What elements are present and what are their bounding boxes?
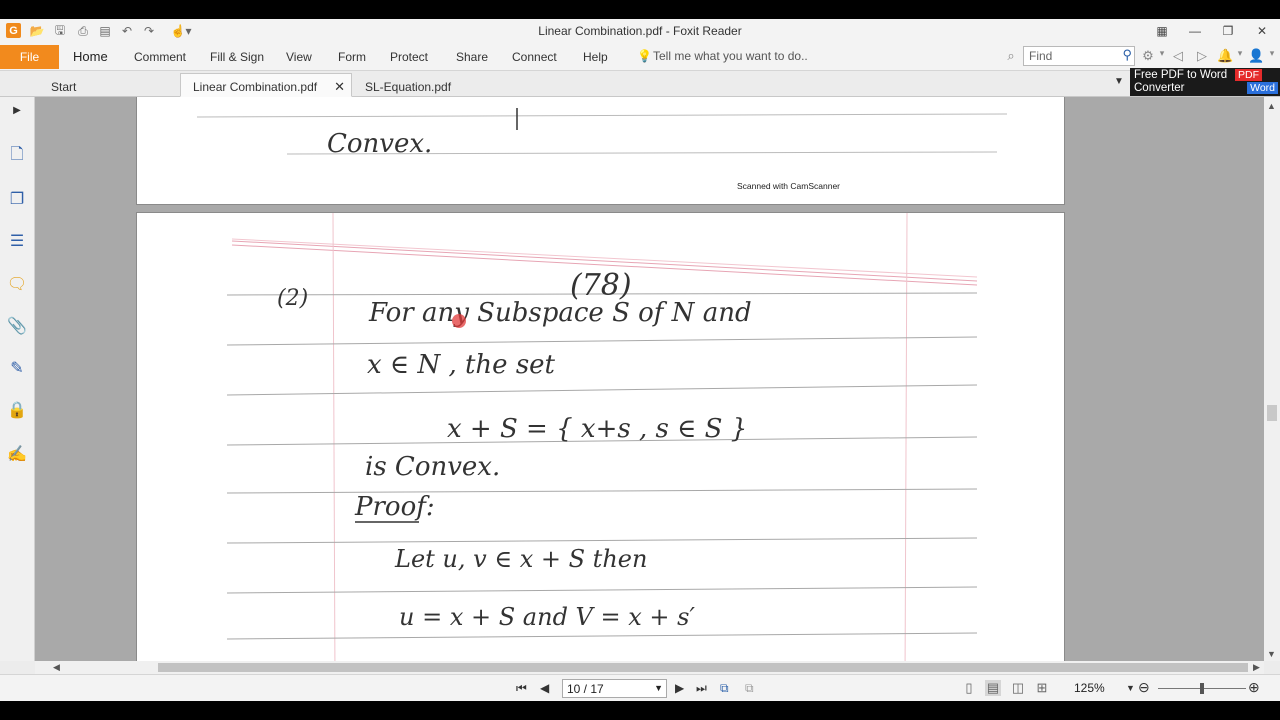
navigation-sidebar: ▶ 🗋 ❐ ☰ 🗨 📎 ✎ 🔒 ✍ [0,97,35,661]
pdf-page-10: (78) (2) For any Subspace S of N and x ∈… [136,212,1065,661]
close-window-button[interactable]: ✕ [1250,22,1274,40]
tell-me-search[interactable]: 💡Tell me what you want to do.. [637,49,808,63]
minimize-button[interactable]: — [1183,22,1207,40]
tab-linear-combination-label: Linear Combination.pdf [193,80,318,94]
tab-linear-combination[interactable]: Linear Combination.pdf ✕ [180,73,352,97]
tab-start[interactable]: Start [38,73,178,97]
promo-word-badge: Word [1247,82,1278,94]
scroll-down-icon[interactable]: ▼ [1267,649,1276,659]
continuous-view-icon[interactable]: ▤ [985,680,1001,696]
fill-sign-tool-icon[interactable]: ✍ [6,443,28,465]
vertical-scrollbar[interactable]: ▲ ▼ [1264,97,1280,661]
facing-view-icon[interactable]: ◫ [1010,680,1026,696]
tab-sl-equation[interactable]: SL-Equation.pdf [352,73,492,97]
bottom-letterbox [0,701,1280,720]
handwritten-line-1: For any Subspace S of N and [368,298,752,328]
gear-dropdown-icon[interactable]: ▾ [1154,48,1170,59]
last-page-icon[interactable]: ⏭ [696,681,707,696]
tab-comment[interactable]: Comment [134,50,186,64]
zoom-slider-handle[interactable] [1200,683,1204,694]
notification-dropdown-icon[interactable]: ▾ [1232,48,1248,59]
attachments-icon[interactable]: 📎 [6,315,28,337]
handwritten-line-6: Let u, v ∈ x + S then [394,545,647,573]
zoom-in-icon[interactable]: ⊕ [1248,679,1260,696]
find-previous-icon[interactable]: ◁ [1170,48,1186,64]
tab-view[interactable]: View [286,50,312,64]
lock-icon[interactable]: 🔒 [6,399,28,421]
ribbon-tabs: File Home Comment Fill & Sign View Form … [0,43,1280,71]
scroll-up-icon[interactable]: ▲ [1267,101,1276,111]
status-bar: ⏮ ◀ 10 / 17 ▼ ▶ ⏭ ⧉ ⧉ ▯ ▤ ◫ ⊞ 125% ▼ ⊖ ⊕ [0,674,1280,701]
restore-button[interactable]: ❐ [1216,22,1240,40]
find-options-icon[interactable]: ⌕ [1003,48,1019,64]
cursor-highlight-dot [452,314,466,328]
next-view-icon[interactable]: ⧉ [745,681,754,696]
find-next-icon[interactable]: ▷ [1194,48,1210,64]
tab-share[interactable]: Share [456,50,488,64]
find-input[interactable]: Find ⚲ [1023,46,1135,66]
horizontal-scroll-thumb[interactable] [158,663,1248,672]
close-tab-icon[interactable]: ✕ [334,79,345,95]
search-icon[interactable]: ⚲ [1122,47,1132,63]
comments-icon[interactable]: 🗨 [6,273,28,295]
zoom-level[interactable]: 125% [1074,681,1105,695]
handwritten-line-7: u = x + S and V = x + s′ [399,603,695,631]
tab-protect[interactable]: Protect [390,50,428,64]
scroll-left-icon[interactable]: ◀ [53,662,60,673]
page-dropdown-icon[interactable]: ▼ [654,683,663,693]
page-9-convex-text: Convex. [327,129,432,159]
pdf-page-9: Convex. Scanned with CamScanner [136,97,1065,205]
page-number-field[interactable]: 10 / 17 ▼ [562,679,667,698]
tab-connect[interactable]: Connect [512,50,557,64]
page-indicator: 10 / 17 [567,682,604,696]
user-account-icon[interactable]: 👤 [1248,48,1264,64]
tab-sl-equation-label: SL-Equation.pdf [365,80,452,94]
document-view[interactable]: Convex. Scanned with CamScanner (78) (2)… [35,97,1264,661]
tab-home[interactable]: Home [73,49,108,64]
notification-bell-icon[interactable]: 🔔 [1217,48,1233,64]
first-page-icon[interactable]: ⏮ [516,681,527,696]
zoom-dropdown-icon[interactable]: ▼ [1126,683,1135,693]
handwritten-line-5: Proof: [354,492,435,522]
layers-icon[interactable]: ☰ [6,230,28,252]
single-page-view-icon[interactable]: ▯ [961,680,977,696]
previous-view-icon[interactable]: ⧉ [720,681,729,696]
tell-me-placeholder: Tell me what you want to do.. [653,49,808,63]
next-page-icon[interactable]: ▶ [675,681,684,695]
scroll-right-icon[interactable]: ▶ [1253,662,1260,673]
tab-help[interactable]: Help [583,50,608,64]
handwritten-line-4: is Convex. [365,452,500,482]
tab-start-label: Start [51,80,77,94]
signature-icon[interactable]: ✎ [6,357,28,379]
tab-list-dropdown-icon[interactable]: ▼ [1114,76,1124,87]
zoom-out-icon[interactable]: ⊖ [1138,679,1150,696]
tab-form[interactable]: Form [338,50,366,64]
ribbon-display-icon[interactable]: ▦ [1150,22,1174,40]
handwritten-line-2: x ∈ N , the set [367,350,556,380]
top-letterbox [0,0,1280,19]
promo-banner[interactable]: Free PDF to Word Converter PDF Word [1130,68,1280,96]
handwritten-item-number: (2) [277,286,308,311]
document-tabs: Start Linear Combination.pdf ✕ SL-Equati… [0,71,1280,97]
file-tab[interactable]: File [0,45,59,69]
tab-fill-sign[interactable]: Fill & Sign [210,50,264,64]
title-bar: G 📂 🖫 ⎙ ▤ ↶ ↷ ☝▾ Linear Combination.pdf … [0,19,1280,43]
pages-icon[interactable]: ❐ [6,188,28,210]
camscanner-footer: Scanned with CamScanner [737,181,841,191]
previous-page-icon[interactable]: ◀ [540,681,549,695]
foxit-reader-window: G 📂 🖫 ⎙ ▤ ↶ ↷ ☝▾ Linear Combination.pdf … [0,0,1280,720]
handwritten-line-3: x + S = { x+s , s ∈ S } [447,414,747,444]
vertical-scroll-thumb[interactable] [1267,405,1277,421]
window-title: Linear Combination.pdf - Foxit Reader [538,24,742,38]
page-9-scan: Convex. [196,108,1008,159]
promo-pdf-badge: PDF [1235,69,1262,81]
account-dropdown-icon[interactable]: ▾ [1264,48,1280,59]
page-thumbnails-icon[interactable]: 🗋 [6,145,28,167]
page-10-scan: (78) (2) For any Subspace S of N and x ∈… [226,212,978,661]
continuous-facing-view-icon[interactable]: ⊞ [1034,680,1050,696]
find-placeholder: Find [1029,49,1053,63]
horizontal-scrollbar[interactable]: ◀ ▶ [35,661,1264,674]
lightbulb-icon: 💡 [637,49,652,63]
expand-panel-icon[interactable]: ▶ [6,99,28,121]
